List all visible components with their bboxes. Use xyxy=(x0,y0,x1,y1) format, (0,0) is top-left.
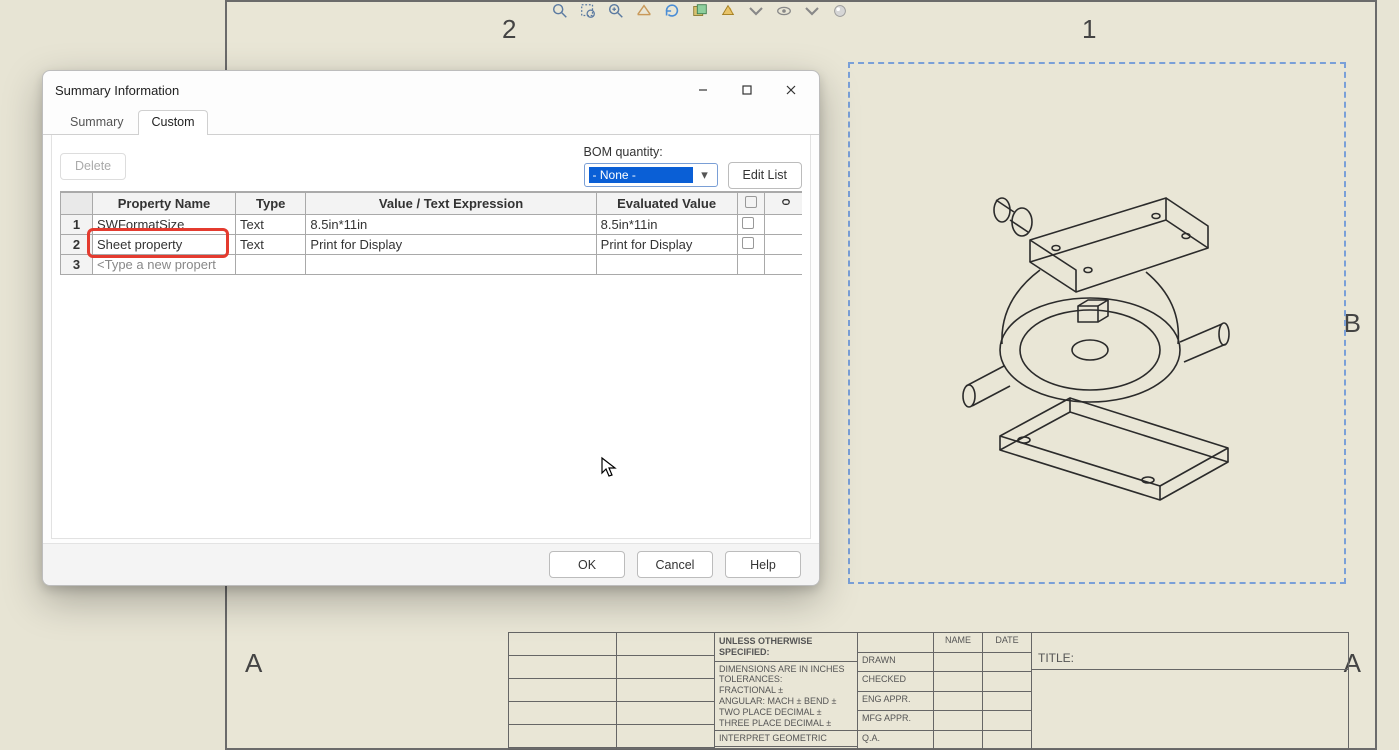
delete-button[interactable]: Delete xyxy=(60,153,126,180)
section-view-icon[interactable] xyxy=(635,2,653,20)
maximize-button[interactable] xyxy=(725,75,769,105)
dialog-button-row: OK Cancel Help xyxy=(43,543,819,585)
column-value[interactable]: Value / Text Expression xyxy=(306,193,596,215)
ok-button[interactable]: OK xyxy=(549,551,625,578)
summary-information-dialog: Summary Information Summary Custom Delet… xyxy=(42,70,820,586)
tb-spec-line: INTERPRET GEOMETRIC xyxy=(715,730,857,747)
bom-quantity-value: - None - xyxy=(589,167,693,183)
chevron-down-icon[interactable] xyxy=(803,2,821,20)
tab-custom[interactable]: Custom xyxy=(138,110,207,135)
table-corner[interactable] xyxy=(61,193,93,215)
zoom-previous-icon[interactable] xyxy=(607,2,625,20)
tb-spec-header: UNLESS OTHERWISE SPECIFIED: xyxy=(715,633,857,662)
column-type[interactable]: Type xyxy=(235,193,305,215)
zoom-fit-icon[interactable] xyxy=(551,2,569,20)
shaded-icon[interactable] xyxy=(719,2,737,20)
chevron-down-icon: ▾ xyxy=(697,167,713,183)
column-checkbox[interactable] xyxy=(737,193,765,215)
cell-link[interactable] xyxy=(765,215,802,235)
bom-quantity-label: BOM quantity: xyxy=(584,145,718,159)
cell-evaluated[interactable]: 8.5in*11in xyxy=(596,215,737,235)
cell-type[interactable]: Text xyxy=(235,215,305,235)
tab-summary[interactable]: Summary xyxy=(57,110,136,135)
tb-name-hdr: NAME xyxy=(934,633,982,653)
cell-checkbox[interactable] xyxy=(737,235,765,255)
cell-property-name[interactable]: <Type a new propert xyxy=(93,255,236,275)
cell-value[interactable] xyxy=(306,255,596,275)
tb-spec-line: TWO PLACE DECIMAL ± xyxy=(719,707,853,718)
appearance-icon[interactable] xyxy=(831,2,849,20)
column-property-name[interactable]: Property Name xyxy=(93,193,236,215)
column-evaluated[interactable]: Evaluated Value xyxy=(596,193,737,215)
display-style-icon[interactable] xyxy=(691,2,709,20)
dialog-title: Summary Information xyxy=(55,83,681,98)
ruler-row-b: B xyxy=(1344,308,1361,339)
hide-show-icon[interactable] xyxy=(775,2,793,20)
cell-value[interactable]: Print for Display xyxy=(306,235,596,255)
edit-list-button[interactable]: Edit List xyxy=(728,162,802,189)
table-row[interactable]: 2 Sheet property Text Print for Display … xyxy=(61,235,803,255)
zoom-area-icon[interactable] xyxy=(579,2,597,20)
tb-engappr: ENG APPR. xyxy=(858,692,933,712)
rotate-view-icon[interactable] xyxy=(663,2,681,20)
link-icon xyxy=(778,197,794,212)
cell-checkbox[interactable] xyxy=(737,255,765,275)
minimize-button[interactable] xyxy=(681,75,725,105)
tb-qa: Q.A. xyxy=(858,731,933,750)
tb-mfgappr: MFG APPR. xyxy=(858,711,933,731)
ruler-column-2: 2 xyxy=(502,14,516,45)
table-row[interactable]: 1 SWFormatSize Text 8.5in*11in 8.5in*11i… xyxy=(61,215,803,235)
row-number[interactable]: 1 xyxy=(61,215,93,235)
dialog-titlebar[interactable]: Summary Information xyxy=(43,71,819,109)
cancel-button[interactable]: Cancel xyxy=(637,551,713,578)
tb-spec-line: TOLERANCES: xyxy=(719,674,853,685)
cell-property-name[interactable]: SWFormatSize xyxy=(93,215,236,235)
tb-spec-line: ANGULAR: MACH ± BEND ± xyxy=(719,696,853,707)
ruler-row-a-left: A xyxy=(245,648,262,679)
dialog-body: Delete BOM quantity: - None - ▾ Edit Lis… xyxy=(51,135,811,539)
view-toolbar xyxy=(551,2,849,20)
tb-title-label: TITLE: xyxy=(1032,647,1348,670)
close-button[interactable] xyxy=(769,75,813,105)
chevron-down-icon[interactable] xyxy=(747,2,765,20)
title-block: UNLESS OTHERWISE SPECIFIED: DIMENSIONS A… xyxy=(508,632,1349,750)
cell-property-name[interactable]: Sheet property xyxy=(93,235,236,255)
cell-value[interactable]: 8.5in*11in xyxy=(306,215,596,235)
cell-type[interactable]: Text xyxy=(235,235,305,255)
cell-type[interactable] xyxy=(235,255,305,275)
cell-checkbox[interactable] xyxy=(737,215,765,235)
bom-quantity-combo[interactable]: - None - ▾ xyxy=(584,163,718,187)
tb-date-hdr: DATE xyxy=(983,633,1031,653)
cell-link[interactable] xyxy=(765,235,802,255)
column-link[interactable] xyxy=(765,193,802,215)
table-row[interactable]: 3 <Type a new propert xyxy=(61,255,803,275)
cell-link[interactable] xyxy=(765,255,802,275)
cell-evaluated[interactable] xyxy=(596,255,737,275)
tb-spec-line: FRACTIONAL ± xyxy=(719,685,853,696)
ruler-column-1: 1 xyxy=(1082,14,1096,45)
properties-table[interactable]: Property Name Type Value / Text Expressi… xyxy=(60,192,802,275)
tb-drawn: DRAWN xyxy=(858,653,933,673)
row-number[interactable]: 2 xyxy=(61,235,93,255)
dialog-tabs: Summary Custom xyxy=(43,109,819,135)
tb-spec-line: THREE PLACE DECIMAL ± xyxy=(719,718,853,729)
drawing-view-model[interactable] xyxy=(960,130,1260,510)
tb-spec-line: DIMENSIONS ARE IN INCHES xyxy=(719,664,853,675)
help-button[interactable]: Help xyxy=(725,551,801,578)
cell-evaluated[interactable]: Print for Display xyxy=(596,235,737,255)
row-number[interactable]: 3 xyxy=(61,255,93,275)
tb-checked: CHECKED xyxy=(858,672,933,692)
